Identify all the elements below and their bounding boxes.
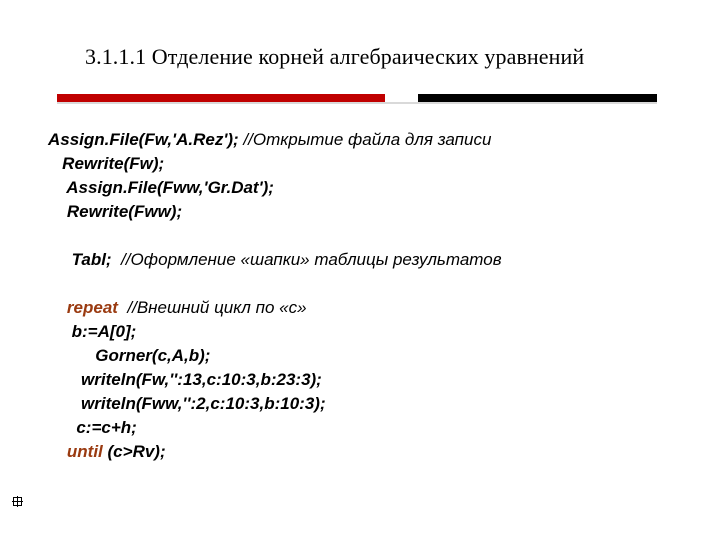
code-line: writeln(Fww,'':2,c:10:3,b:10:3); xyxy=(48,392,672,416)
code-line: Tabl; //Оформление «шапки» таблицы резул… xyxy=(48,248,672,272)
title-rule xyxy=(57,94,657,102)
code-line: Gorner(c,A,b); xyxy=(48,344,672,368)
section-title: 3.1.1.1 Отделение корней алгебраических … xyxy=(85,44,660,70)
code-line: Rewrite(Fw); xyxy=(48,152,672,176)
code-text: (c>Rv); xyxy=(103,442,166,461)
rule-gap-segment xyxy=(385,94,418,102)
rule-shadow xyxy=(57,102,657,104)
code-comment: //Открытие файла для записи xyxy=(243,130,491,149)
code-line: writeln(Fw,'':13,c:10:3,b:23:3); xyxy=(48,368,672,392)
rule-black-segment xyxy=(418,94,657,102)
code-indent xyxy=(48,298,67,317)
code-line: Rewrite(Fww); xyxy=(48,200,672,224)
code-line: until (c>Rv); xyxy=(48,440,672,464)
slide: 3.1.1.1 Отделение корней алгебраических … xyxy=(0,0,720,540)
code-line: Assign.File(Fw,'A.Rez'); //Открытие файл… xyxy=(48,128,672,152)
corner-glyph-icon xyxy=(12,496,21,505)
code-text: Assign.File(Fw,'A.Rez'); xyxy=(48,130,243,149)
code-line: repeat //Внешний цикл по «c» xyxy=(48,296,672,320)
code-comment: //Внешний цикл по «c» xyxy=(118,298,307,317)
code-line: Assign.File(Fww,'Gr.Dat'); xyxy=(48,176,672,200)
code-comment: //Оформление «шапки» таблицы результатов xyxy=(121,250,502,269)
keyword-until: until xyxy=(67,442,103,461)
code-line: b:=A[0]; xyxy=(48,320,672,344)
code-block: Assign.File(Fw,'A.Rez'); //Открытие файл… xyxy=(48,128,672,464)
code-blank xyxy=(48,272,672,296)
code-blank xyxy=(48,224,672,248)
code-indent xyxy=(48,442,67,461)
code-text: Tabl; xyxy=(48,250,121,269)
code-line: c:=c+h; xyxy=(48,416,672,440)
keyword-repeat: repeat xyxy=(67,298,118,317)
rule-red-segment xyxy=(57,94,385,102)
